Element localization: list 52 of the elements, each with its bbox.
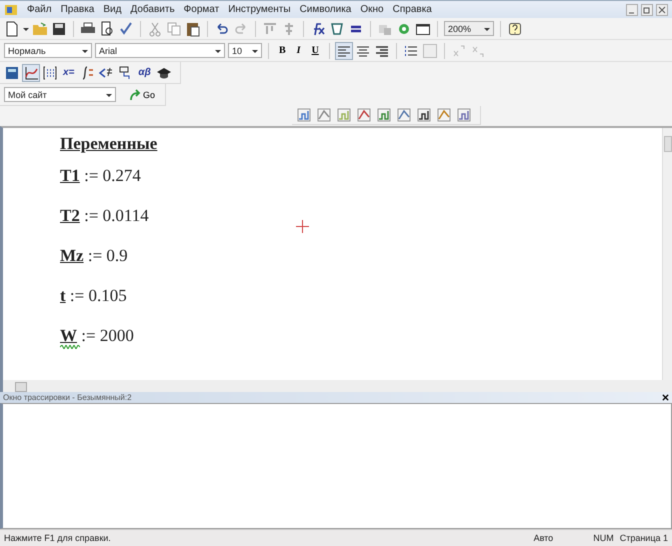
menu-item[interactable]: Символика <box>300 4 352 15</box>
format-button[interactable]: I <box>292 42 305 58</box>
spellcheck-icon[interactable] <box>118 20 134 36</box>
status-text: Нажмите F1 для справки. <box>4 533 111 543</box>
go-button[interactable]: Go <box>127 88 158 100</box>
print-preview-icon[interactable] <box>99 20 115 36</box>
status-text: Страница 1 <box>620 533 668 543</box>
calculator-icon[interactable] <box>4 64 20 80</box>
new-document-icon[interactable] <box>4 20 20 36</box>
status-text: NUM <box>593 533 614 543</box>
save-icon[interactable] <box>51 20 67 36</box>
variable-definition: Mz := 0.9 <box>60 246 128 266</box>
format-button[interactable]: B <box>275 42 290 58</box>
plot-tool-icon[interactable] <box>416 107 432 123</box>
vertical-scrollbar[interactable] <box>662 128 672 380</box>
align-left-icon[interactable] <box>336 42 352 58</box>
crosshair-cursor-icon <box>296 220 309 233</box>
palette-button[interactable]: αβ <box>136 64 153 80</box>
variable-definition: T1 := 0.274 <box>60 166 141 186</box>
variable-definition: T2 := 0.0114 <box>60 206 149 226</box>
menu-item[interactable]: Правка <box>60 4 94 15</box>
menu-item[interactable]: Окно <box>360 4 384 15</box>
section-heading: Переменные <box>60 134 158 155</box>
arrow-icon <box>129 88 141 100</box>
menu-item[interactable]: Файл <box>27 4 52 15</box>
minimize-icon[interactable] <box>626 4 638 16</box>
cup-icon[interactable] <box>329 20 345 36</box>
app-icon <box>4 2 18 16</box>
matrix-icon[interactable] <box>42 64 58 80</box>
close-icon[interactable] <box>656 4 668 16</box>
pane-title: Окно трассировки - Безымянный:2 <box>3 393 132 402</box>
variable-definition: W := 2000 <box>60 326 134 346</box>
zoom-dropdown[interactable]: 200% <box>444 21 494 36</box>
menu-item[interactable]: Добавить <box>130 4 175 15</box>
graph-icon[interactable] <box>23 64 39 80</box>
menu-item[interactable]: Инструменты <box>228 4 291 15</box>
palette-button[interactable]: x= <box>61 64 76 80</box>
horizontal-scrollbar[interactable] <box>0 380 672 392</box>
variable-definition: t := 0.105 <box>60 286 127 306</box>
status-text: Авто <box>534 533 554 543</box>
restore-icon[interactable] <box>641 4 653 16</box>
menu-item[interactable]: Формат <box>184 4 220 15</box>
style-dropdown[interactable]: Нормаль <box>4 43 92 58</box>
help-icon[interactable] <box>507 20 523 36</box>
address-dropdown[interactable]: Мой сайт <box>4 87 116 102</box>
font-size-dropdown[interactable]: 10 <box>228 43 262 58</box>
close-icon[interactable] <box>662 394 669 401</box>
font-dropdown[interactable]: Arial <box>95 43 225 58</box>
format-button[interactable]: U <box>308 42 323 58</box>
menu-item[interactable]: Вид <box>103 4 122 15</box>
menu-item[interactable]: Справка <box>392 4 432 15</box>
clipboard-icon[interactable] <box>185 20 201 36</box>
